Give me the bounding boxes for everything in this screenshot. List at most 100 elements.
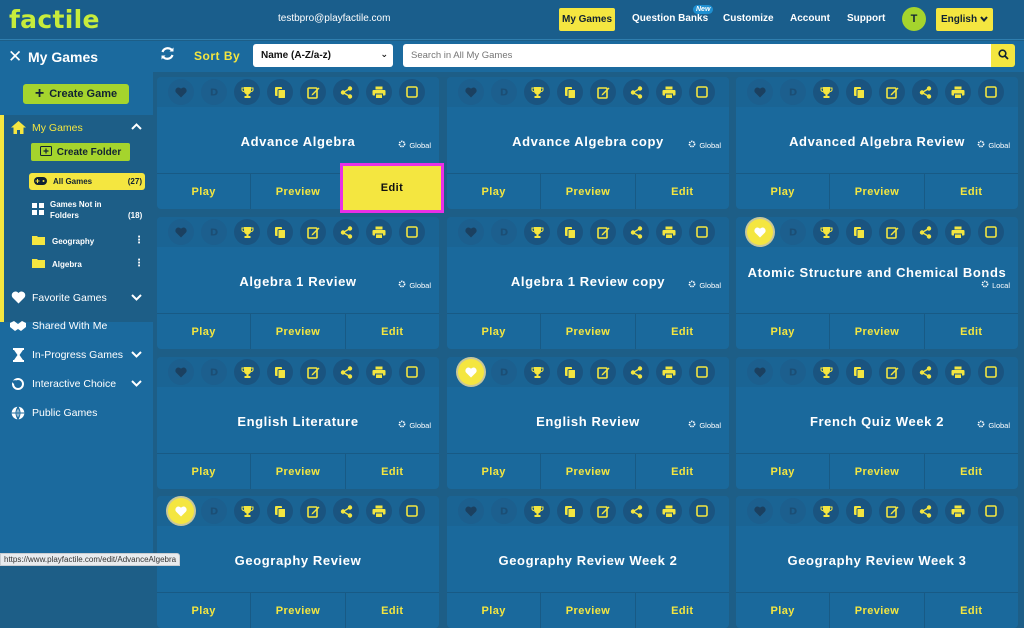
preview-button[interactable]: Preview <box>541 454 636 489</box>
heart-icon[interactable] <box>168 359 194 385</box>
sidebar-item-in-progress[interactable]: In-Progress Games <box>9 348 123 362</box>
trophy-icon[interactable] <box>524 359 550 385</box>
duplicate-d-icon[interactable]: D <box>780 79 806 105</box>
duplicate-d-icon[interactable]: D <box>201 219 227 245</box>
play-button[interactable]: Play <box>736 174 831 209</box>
nav-question-banks[interactable]: Question Banks <box>632 13 708 24</box>
edit-button-highlighted[interactable]: Edit <box>340 163 444 213</box>
kebab-menu-icon[interactable]: ⋮ <box>134 258 144 269</box>
print-icon[interactable] <box>366 359 392 385</box>
print-icon[interactable] <box>945 219 971 245</box>
sidebar-item-favorite-games[interactable]: Favorite Games <box>9 291 107 304</box>
edit-button[interactable]: Edit <box>636 454 729 489</box>
edit-button[interactable]: Edit <box>636 593 729 628</box>
nav-customize[interactable]: Customize <box>723 13 774 24</box>
edit-icon[interactable] <box>590 219 616 245</box>
heart-icon[interactable] <box>747 219 773 245</box>
copy-icon[interactable] <box>267 359 293 385</box>
duplicate-d-icon[interactable]: D <box>491 498 517 524</box>
checkbox-icon[interactable] <box>689 219 715 245</box>
heart-icon[interactable] <box>747 498 773 524</box>
print-icon[interactable] <box>945 79 971 105</box>
print-icon[interactable] <box>366 79 392 105</box>
duplicate-d-icon[interactable]: D <box>780 219 806 245</box>
preview-button[interactable]: Preview <box>541 174 636 209</box>
trophy-icon[interactable] <box>234 498 260 524</box>
copy-icon[interactable] <box>267 219 293 245</box>
preview-button[interactable]: Preview <box>830 454 925 489</box>
print-icon[interactable] <box>945 498 971 524</box>
sidebar-item-folder-geography[interactable]: Geography <box>32 235 94 247</box>
search-input[interactable] <box>403 44 991 67</box>
sidebar-item-not-in-folders[interactable]: Games Not in Folders (18) <box>32 197 142 223</box>
print-icon[interactable] <box>945 359 971 385</box>
share-icon[interactable] <box>333 498 359 524</box>
close-icon[interactable]: ✕ <box>8 47 22 67</box>
preview-button[interactable]: Preview <box>830 314 925 349</box>
factile-logo[interactable]: factile <box>9 5 100 34</box>
trophy-icon[interactable] <box>524 219 550 245</box>
preview-button[interactable]: Preview <box>251 314 346 349</box>
nav-my-games[interactable]: My Games <box>559 8 615 31</box>
heart-icon[interactable] <box>168 79 194 105</box>
duplicate-d-icon[interactable]: D <box>780 359 806 385</box>
edit-icon[interactable] <box>300 79 326 105</box>
sidebar-item-interactive-choice[interactable]: Interactive Choice <box>9 377 116 391</box>
trophy-icon[interactable] <box>234 79 260 105</box>
sidebar-item-shared-with-me[interactable]: Shared With Me <box>9 320 107 332</box>
play-button[interactable]: Play <box>447 314 542 349</box>
sort-select[interactable]: Name (A-Z/a-z) ⌄ <box>253 44 393 67</box>
preview-button[interactable]: Preview <box>541 314 636 349</box>
trophy-icon[interactable] <box>813 79 839 105</box>
trophy-icon[interactable] <box>234 359 260 385</box>
play-button[interactable]: Play <box>157 174 252 209</box>
play-button[interactable]: Play <box>157 593 252 628</box>
preview-button[interactable]: Preview <box>830 593 925 628</box>
play-button[interactable]: Play <box>447 593 542 628</box>
print-icon[interactable] <box>656 498 682 524</box>
heart-icon[interactable] <box>168 498 194 524</box>
edit-icon[interactable] <box>590 79 616 105</box>
play-button[interactable]: Play <box>447 454 542 489</box>
heart-icon[interactable] <box>458 219 484 245</box>
copy-icon[interactable] <box>846 359 872 385</box>
checkbox-icon[interactable] <box>978 79 1004 105</box>
checkbox-icon[interactable] <box>689 359 715 385</box>
preview-button[interactable]: Preview <box>251 454 346 489</box>
edit-button[interactable]: Edit <box>636 174 729 209</box>
sidebar-item-all-games[interactable]: All Games (27) <box>29 173 145 190</box>
preview-button[interactable]: Preview <box>830 174 925 209</box>
heart-icon[interactable] <box>458 359 484 385</box>
heart-icon[interactable] <box>458 79 484 105</box>
play-button[interactable]: Play <box>447 174 542 209</box>
share-icon[interactable] <box>912 79 938 105</box>
sidebar-item-my-games[interactable]: My Games <box>9 120 83 135</box>
trophy-icon[interactable] <box>813 498 839 524</box>
trophy-icon[interactable] <box>234 219 260 245</box>
edit-button[interactable]: Edit <box>636 314 729 349</box>
create-game-button[interactable]: + Create Game <box>23 84 129 104</box>
language-select[interactable]: English <box>936 8 993 31</box>
edit-icon[interactable] <box>300 219 326 245</box>
share-icon[interactable] <box>623 498 649 524</box>
heart-icon[interactable] <box>168 219 194 245</box>
duplicate-d-icon[interactable]: D <box>201 359 227 385</box>
refresh-icon[interactable] <box>160 46 175 66</box>
trophy-icon[interactable] <box>524 79 550 105</box>
checkbox-icon[interactable] <box>399 219 425 245</box>
play-button[interactable]: Play <box>736 454 831 489</box>
share-icon[interactable] <box>912 219 938 245</box>
edit-button[interactable]: Edit <box>346 593 439 628</box>
edit-button[interactable]: Edit <box>346 454 439 489</box>
preview-button[interactable]: Preview <box>251 174 346 209</box>
chevron-down-icon[interactable] <box>131 349 142 361</box>
edit-button[interactable]: Edit <box>925 314 1018 349</box>
edit-button[interactable]: Edit <box>925 454 1018 489</box>
copy-icon[interactable] <box>557 498 583 524</box>
share-icon[interactable] <box>333 219 359 245</box>
play-button[interactable]: Play <box>157 454 252 489</box>
print-icon[interactable] <box>656 359 682 385</box>
print-icon[interactable] <box>366 498 392 524</box>
nav-account[interactable]: Account <box>790 13 830 24</box>
kebab-menu-icon[interactable]: ⋮ <box>134 235 144 246</box>
